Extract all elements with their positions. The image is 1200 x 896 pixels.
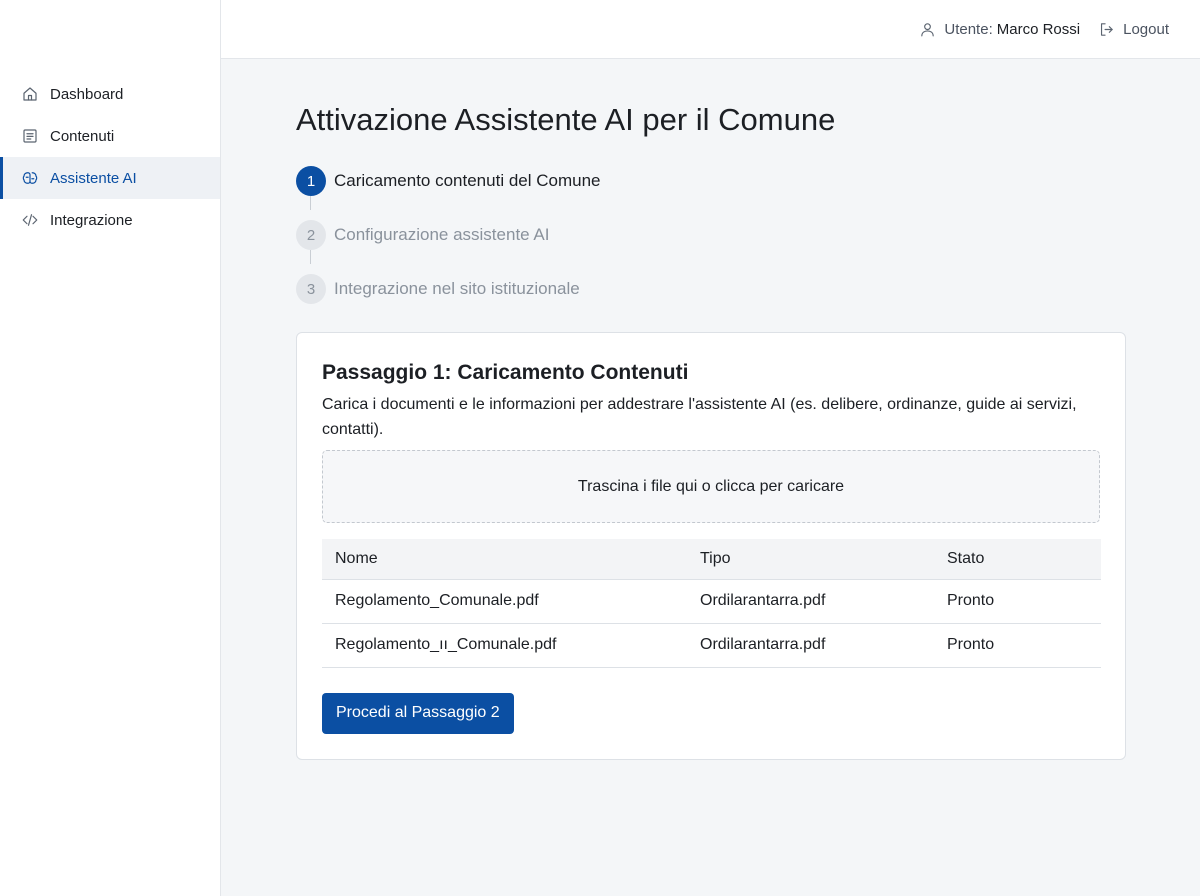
table-row: Regolamento_Comunale.pdf Ordilarantarra.… bbox=[322, 579, 1101, 624]
logout-button[interactable]: Logout bbox=[1098, 21, 1169, 38]
file-name-cell: Regolamento_ıı_Comunale.pdf bbox=[322, 623, 687, 668]
column-header-tipo: Tipo bbox=[687, 539, 934, 580]
step-label: Integrazione nel sito istituzionale bbox=[334, 279, 580, 298]
document-icon bbox=[20, 126, 40, 146]
sidebar-item-contenuti[interactable]: Contenuti bbox=[0, 115, 220, 157]
card-title: Passaggio 1: Caricamento Contenuti bbox=[322, 361, 689, 384]
stepper: 1 Caricamento contenuti del Comune 2 Con… bbox=[296, 166, 1126, 304]
table-header-row: Nome Tipo Stato bbox=[322, 539, 1101, 580]
user-info: Utente: Marco Rossi bbox=[919, 21, 1080, 38]
step-label: Configurazione assistente AI bbox=[334, 225, 550, 244]
file-type-cell: Ordilarantarra.pdf bbox=[687, 623, 934, 668]
home-icon bbox=[20, 84, 40, 104]
sidebar-item-label: Contenuti bbox=[50, 127, 115, 145]
step-number: 2 bbox=[296, 220, 326, 250]
code-icon bbox=[20, 210, 40, 230]
step-2: 2 Configurazione assistente AI bbox=[296, 220, 1126, 250]
step-label: Caricamento contenuti del Comune bbox=[334, 171, 601, 190]
step-number: 1 bbox=[296, 166, 326, 196]
logout-label: Logout bbox=[1123, 20, 1169, 38]
file-name-cell: Regolamento_Comunale.pdf bbox=[322, 579, 687, 624]
file-status-cell: Pronto bbox=[934, 623, 1101, 668]
card-description: Carica i documenti e le informazioni per… bbox=[322, 396, 1077, 438]
upload-card: Passaggio 1: Caricamento Contenuti Caric… bbox=[296, 332, 1126, 760]
sidebar-item-dashboard[interactable]: Dashboard bbox=[0, 73, 220, 115]
user-icon bbox=[921, 22, 935, 36]
sidebar-item-assistente-ai[interactable]: Assistente AI bbox=[0, 157, 220, 199]
sidebar-item-label: Assistente AI bbox=[50, 169, 137, 187]
column-header-nome: Nome bbox=[322, 539, 687, 580]
sidebar-item-integrazione[interactable]: Integrazione bbox=[0, 199, 220, 241]
column-header-stato: Stato bbox=[934, 539, 1101, 580]
user-name: Marco Rossi bbox=[996, 20, 1081, 38]
step-3: 3 Integrazione nel sito istituzionale bbox=[296, 274, 1126, 304]
step-connector bbox=[310, 250, 311, 264]
sidebar-nav: Dashboard Contenuti Assistente AI Integr… bbox=[0, 73, 220, 241]
file-status-cell: Pronto bbox=[934, 579, 1101, 624]
step-1: 1 Caricamento contenuti del Comune bbox=[296, 166, 1126, 196]
file-type-cell: Ordilarantarra.pdf bbox=[687, 579, 934, 624]
user-prefix: Utente: bbox=[944, 20, 993, 38]
sidebar: Dashboard Contenuti Assistente AI Integr… bbox=[0, 0, 221, 896]
logout-icon bbox=[1101, 22, 1113, 36]
topbar: Utente: Marco Rossi Logout bbox=[221, 0, 1200, 59]
step-connector bbox=[310, 196, 311, 210]
page-title: Attivazione Assistente AI per il Comune bbox=[296, 102, 836, 137]
dropzone-label: Trascina i file qui o clicca per caricar… bbox=[577, 477, 845, 495]
sidebar-item-label: Integrazione bbox=[50, 211, 133, 229]
sidebar-item-label: Dashboard bbox=[50, 85, 124, 103]
file-dropzone[interactable]: Trascina i file qui o clicca per caricar… bbox=[322, 450, 1100, 523]
app: Dashboard Contenuti Assistente AI Integr… bbox=[0, 0, 1200, 896]
files-table: Nome Tipo Stato Regolamento_Comunale.pdf… bbox=[322, 539, 1101, 668]
proceed-step-2-button[interactable]: Procedi al Passaggio 2 bbox=[322, 692, 514, 734]
main-content: Attivazione Assistente AI per il Comune … bbox=[296, 96, 1126, 760]
step-number: 3 bbox=[296, 274, 326, 304]
table-row: Regolamento_ıı_Comunale.pdf Ordilarantar… bbox=[322, 623, 1101, 668]
brain-icon bbox=[20, 168, 40, 188]
